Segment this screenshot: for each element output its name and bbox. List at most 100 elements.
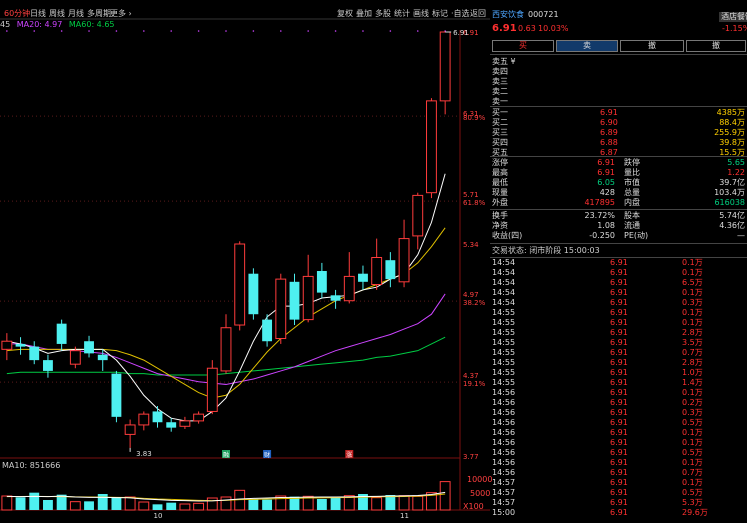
tick-time: 14:56	[492, 458, 516, 467]
stat-row: 外盘 417895 内盘 616038	[490, 198, 747, 208]
tick-volume: 0.7万	[682, 468, 703, 477]
buy-button[interactable]: 买	[492, 40, 554, 52]
price-line: 6.91 0.63 10.03% -1.15%	[490, 24, 747, 34]
ask-row: 卖三	[490, 77, 747, 87]
tick-time: 14:55	[492, 358, 516, 367]
tool-multistock[interactable]: 多股	[375, 8, 391, 19]
stat-label: PE(动)	[624, 231, 649, 240]
ma60-label: MA60: 4.65	[68, 20, 115, 29]
tick-time: 14:55	[492, 368, 516, 377]
tick-price: 6.91	[610, 268, 628, 277]
volume-bar-down	[262, 499, 273, 510]
top-marker	[143, 30, 145, 32]
tick-row: 14:55 6.91 1.0万	[490, 368, 747, 378]
tick-time: 14:56	[492, 418, 516, 427]
stock-header: 西安饮食 000721 酒店餐饮	[490, 10, 747, 22]
tick-row: 14:55 6.91 0.1万	[490, 318, 747, 328]
tool-draw[interactable]: 画线	[413, 8, 429, 19]
tick-time: 14:54	[492, 268, 516, 277]
tick-volume: 0.1万	[682, 428, 703, 437]
bid-row[interactable]: 买二 6.90 88.4万	[490, 118, 747, 128]
stat-label: 流通	[624, 221, 640, 230]
candle-body-down	[15, 343, 26, 347]
tool-overlay[interactable]: 叠加	[356, 8, 372, 19]
tick-price: 6.91	[610, 468, 628, 477]
candle-body-down	[84, 341, 94, 354]
tool-stats[interactable]: 统计	[394, 8, 410, 19]
tool-back[interactable]: 返回	[470, 8, 486, 19]
volume-bar-up	[439, 481, 451, 511]
tick-volume: 0.5万	[682, 448, 703, 457]
top-marker	[60, 30, 63, 32]
period-week[interactable]: 周线	[49, 8, 65, 19]
tick-row: 14:57 6.91 0.1万	[490, 478, 747, 488]
volume-bar-down	[15, 497, 26, 510]
stat-label: 净资	[492, 221, 508, 230]
volume-bar-down	[330, 498, 341, 510]
stat-label: 市值	[624, 178, 640, 187]
candle-body-down	[316, 271, 327, 293]
bid-price: 6.90	[600, 118, 618, 127]
stat-label: 外盘	[492, 198, 508, 207]
bid-row[interactable]: 买四 6.88 39.8万	[490, 138, 747, 148]
candle-body-down	[111, 373, 122, 417]
stat-value: 1.22	[727, 168, 745, 177]
period-day[interactable]: 日线	[30, 8, 46, 19]
cancel-all-button[interactable]: 撤	[686, 40, 746, 52]
ask-row: 卖五 ¥	[490, 57, 747, 67]
event-marker-label: 涨	[346, 451, 352, 459]
stat-label: 量比	[624, 168, 640, 177]
period-more[interactable]: 更多 ›	[110, 8, 132, 19]
volume-bar-down	[43, 500, 53, 510]
stock-name[interactable]: 西安饮食	[492, 10, 524, 20]
ma-legend: 45 MA20: 4.97 MA60: 4.65	[0, 20, 115, 30]
tick-price: 6.91	[610, 278, 628, 287]
sector-badge[interactable]: 酒店餐饮	[719, 12, 747, 22]
candle-body-up	[371, 257, 383, 286]
volume-bar-up	[124, 496, 136, 511]
tick-time: 14:56	[492, 388, 516, 397]
stat2-row: 净资 1.08 流通 4.36亿	[490, 221, 747, 231]
stat-label: 总量	[624, 188, 640, 197]
tick-row: 14:56 6.91 0.2万	[490, 398, 747, 408]
price-axis-label: 61.8%	[463, 199, 486, 207]
tick-price: 6.91	[610, 358, 628, 367]
tick-price: 6.91	[610, 378, 628, 387]
sell-button[interactable]: 卖	[556, 40, 618, 52]
bid-row[interactable]: 买三 6.89 255.9万	[490, 128, 747, 138]
candle-body-up	[302, 275, 314, 321]
ask-row: 卖四	[490, 67, 747, 77]
divider	[490, 209, 747, 210]
tick-row: 15:00 6.91 29.6万	[490, 508, 747, 518]
bid-row[interactable]: 买一 6.91 4385万	[490, 108, 747, 118]
tick-row: 14:56 6.91 0.3万	[490, 408, 747, 418]
tick-time: 14:56	[492, 408, 516, 417]
sector-pct: -1.15%	[722, 24, 747, 33]
tick-time: 14:55	[492, 308, 516, 317]
tick-time: 14:54	[492, 278, 516, 287]
volume-axis-unit: X100	[463, 502, 484, 511]
tick-row: 14:55 6.91 2.8万	[490, 328, 747, 338]
bid-label: 买三	[492, 128, 508, 137]
trade-status: 交易状态: 闭市阶段 15:00:03	[490, 246, 747, 256]
candle-body-down	[330, 295, 341, 301]
period-multi[interactable]: 多周期	[87, 8, 111, 19]
tool-watchlist[interactable]: ·自选	[451, 8, 470, 19]
top-marker	[252, 30, 255, 32]
candle-body-up	[69, 350, 81, 365]
period-month[interactable]: 月线	[68, 8, 84, 19]
candle-body-down	[152, 411, 163, 423]
tick-volume: 2.8万	[682, 358, 703, 367]
tick-time: 14:56	[492, 438, 516, 447]
cancel-button[interactable]: 撤	[620, 40, 684, 52]
top-marker	[416, 30, 419, 32]
kline-chart: 6.916.3180.9%5.7161.8%5.344.9738.2%4.371…	[0, 0, 490, 523]
period-toolbar: 60分钟 日线 周线 月线 多周期 更多 › 复权 叠加 多股 统计 画线 标记…	[0, 7, 490, 19]
volume-bar-up	[69, 501, 81, 511]
volume-axis-5000: 5000	[470, 489, 491, 498]
tick-time: 14:56	[492, 428, 516, 437]
tool-fuquan[interactable]: 复权	[337, 8, 353, 19]
tick-row: 14:56 6.91 0.1万	[490, 438, 747, 448]
tool-mark[interactable]: 标记	[432, 8, 448, 19]
period-60min[interactable]: 60分钟	[4, 8, 30, 19]
